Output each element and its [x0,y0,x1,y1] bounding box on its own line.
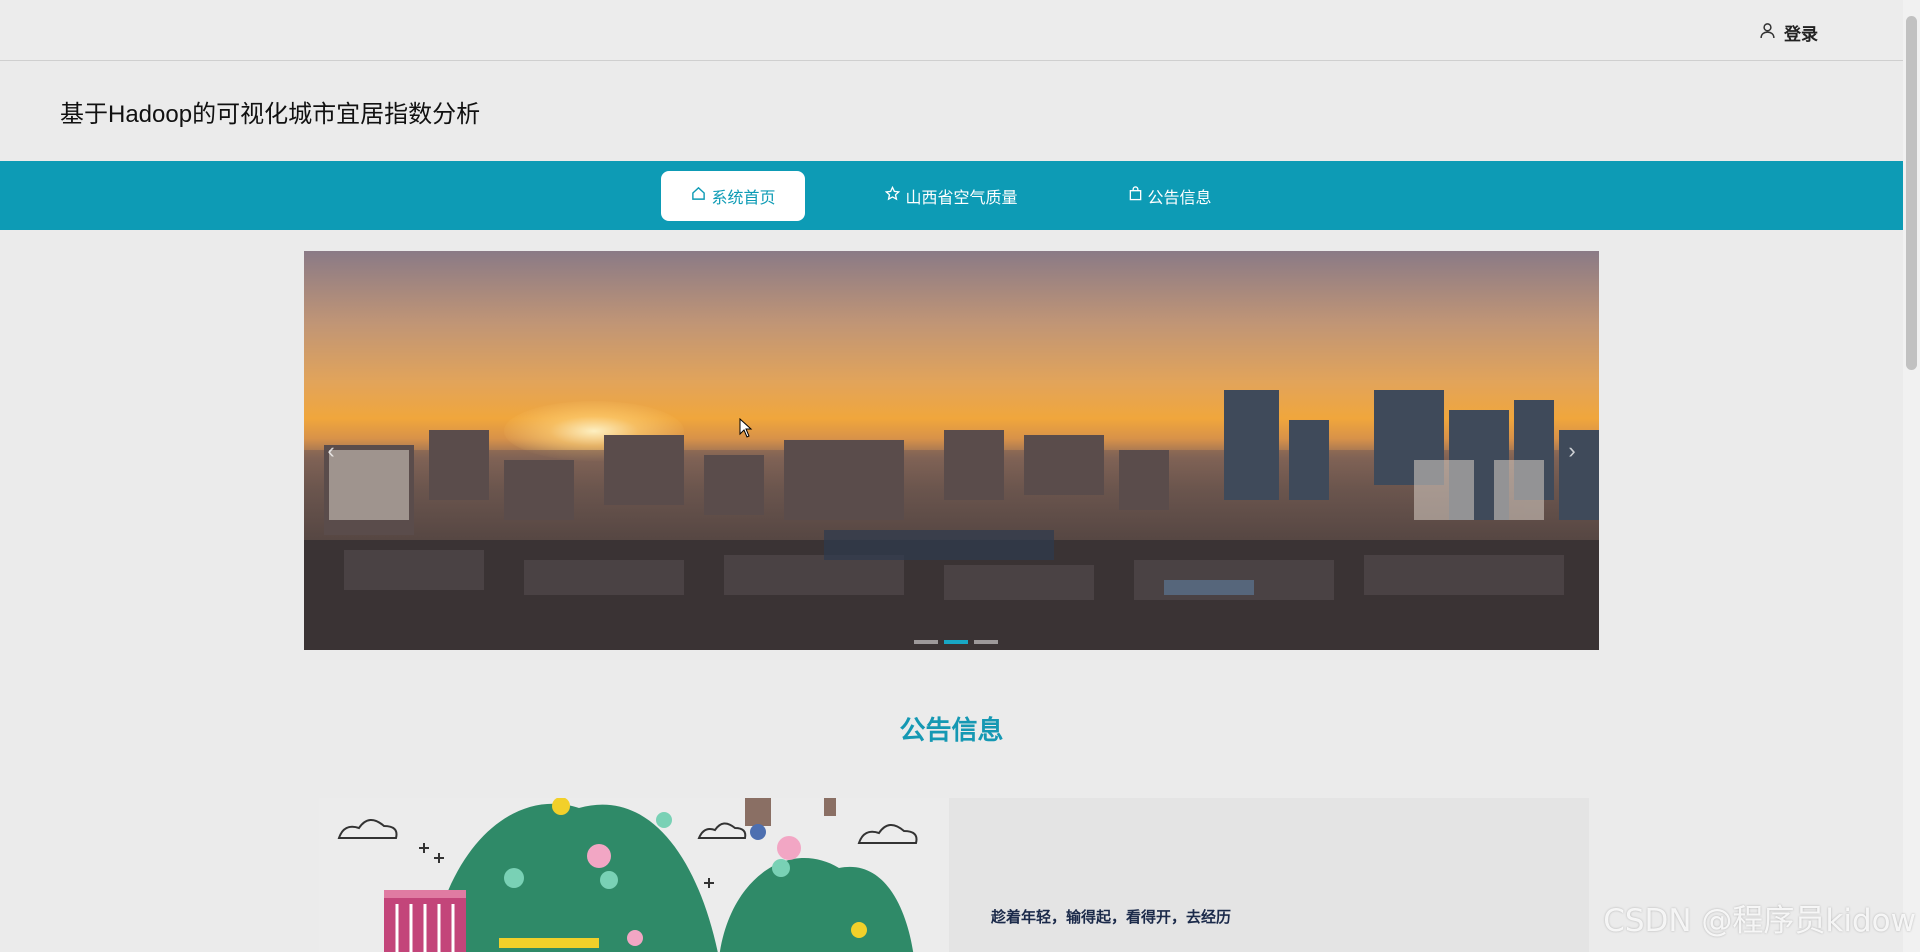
carousel-next-button[interactable]: › [1557,436,1587,466]
city-skyline-image [304,390,1599,650]
user-icon [1759,22,1776,44]
page: 登录 基于Hadoop的可视化城市宜居指数分析 系统首页 山西省空气质量 公告信… [0,0,1920,952]
carousel-indicators [914,640,998,644]
nav-item-label: 系统首页 [711,189,776,207]
section-title-notice: 公告信息 [899,715,1004,745]
notice-card[interactable]: 趁着年轻，输得起，看得开，去经历 [319,798,1589,952]
nav-item-notice[interactable]: 公告信息 [1098,171,1242,221]
top-bar: 登录 [0,0,1903,61]
carousel-dot[interactable] [974,640,998,644]
mouse-cursor-icon [739,418,753,438]
banner-carousel[interactable]: ‹ › [304,251,1599,650]
login-button[interactable]: 登录 [1759,20,1818,45]
carousel-dot-active[interactable] [944,640,968,644]
nav-item-home[interactable]: 系统首页 [661,170,806,221]
notice-headline[interactable]: 趁着年轻，输得起，看得开，去经历 [991,906,1231,927]
nav-item-label: 山西省空气质量 [905,189,1018,207]
main-nav: 系统首页 山西省空气质量 公告信息 [0,161,1903,230]
nav-item-label: 公告信息 [1147,189,1212,207]
carousel-prev-button[interactable]: ‹ [316,436,346,466]
watermark: CSDN @程序员kidow [1603,903,1916,939]
bag-icon [1128,185,1143,206]
scrollbar-thumb[interactable] [1906,16,1917,370]
site-title: 基于Hadoop的可视化城市宜居指数分析 [60,101,481,128]
notice-illustration [319,798,949,952]
home-icon [691,186,706,206]
page-scrollbar[interactable] [1903,0,1920,952]
nav-item-air-quality[interactable]: 山西省空气质量 [855,171,1047,221]
star-icon [885,185,901,206]
login-label: 登录 [1784,25,1818,44]
carousel-dot[interactable] [914,640,938,644]
